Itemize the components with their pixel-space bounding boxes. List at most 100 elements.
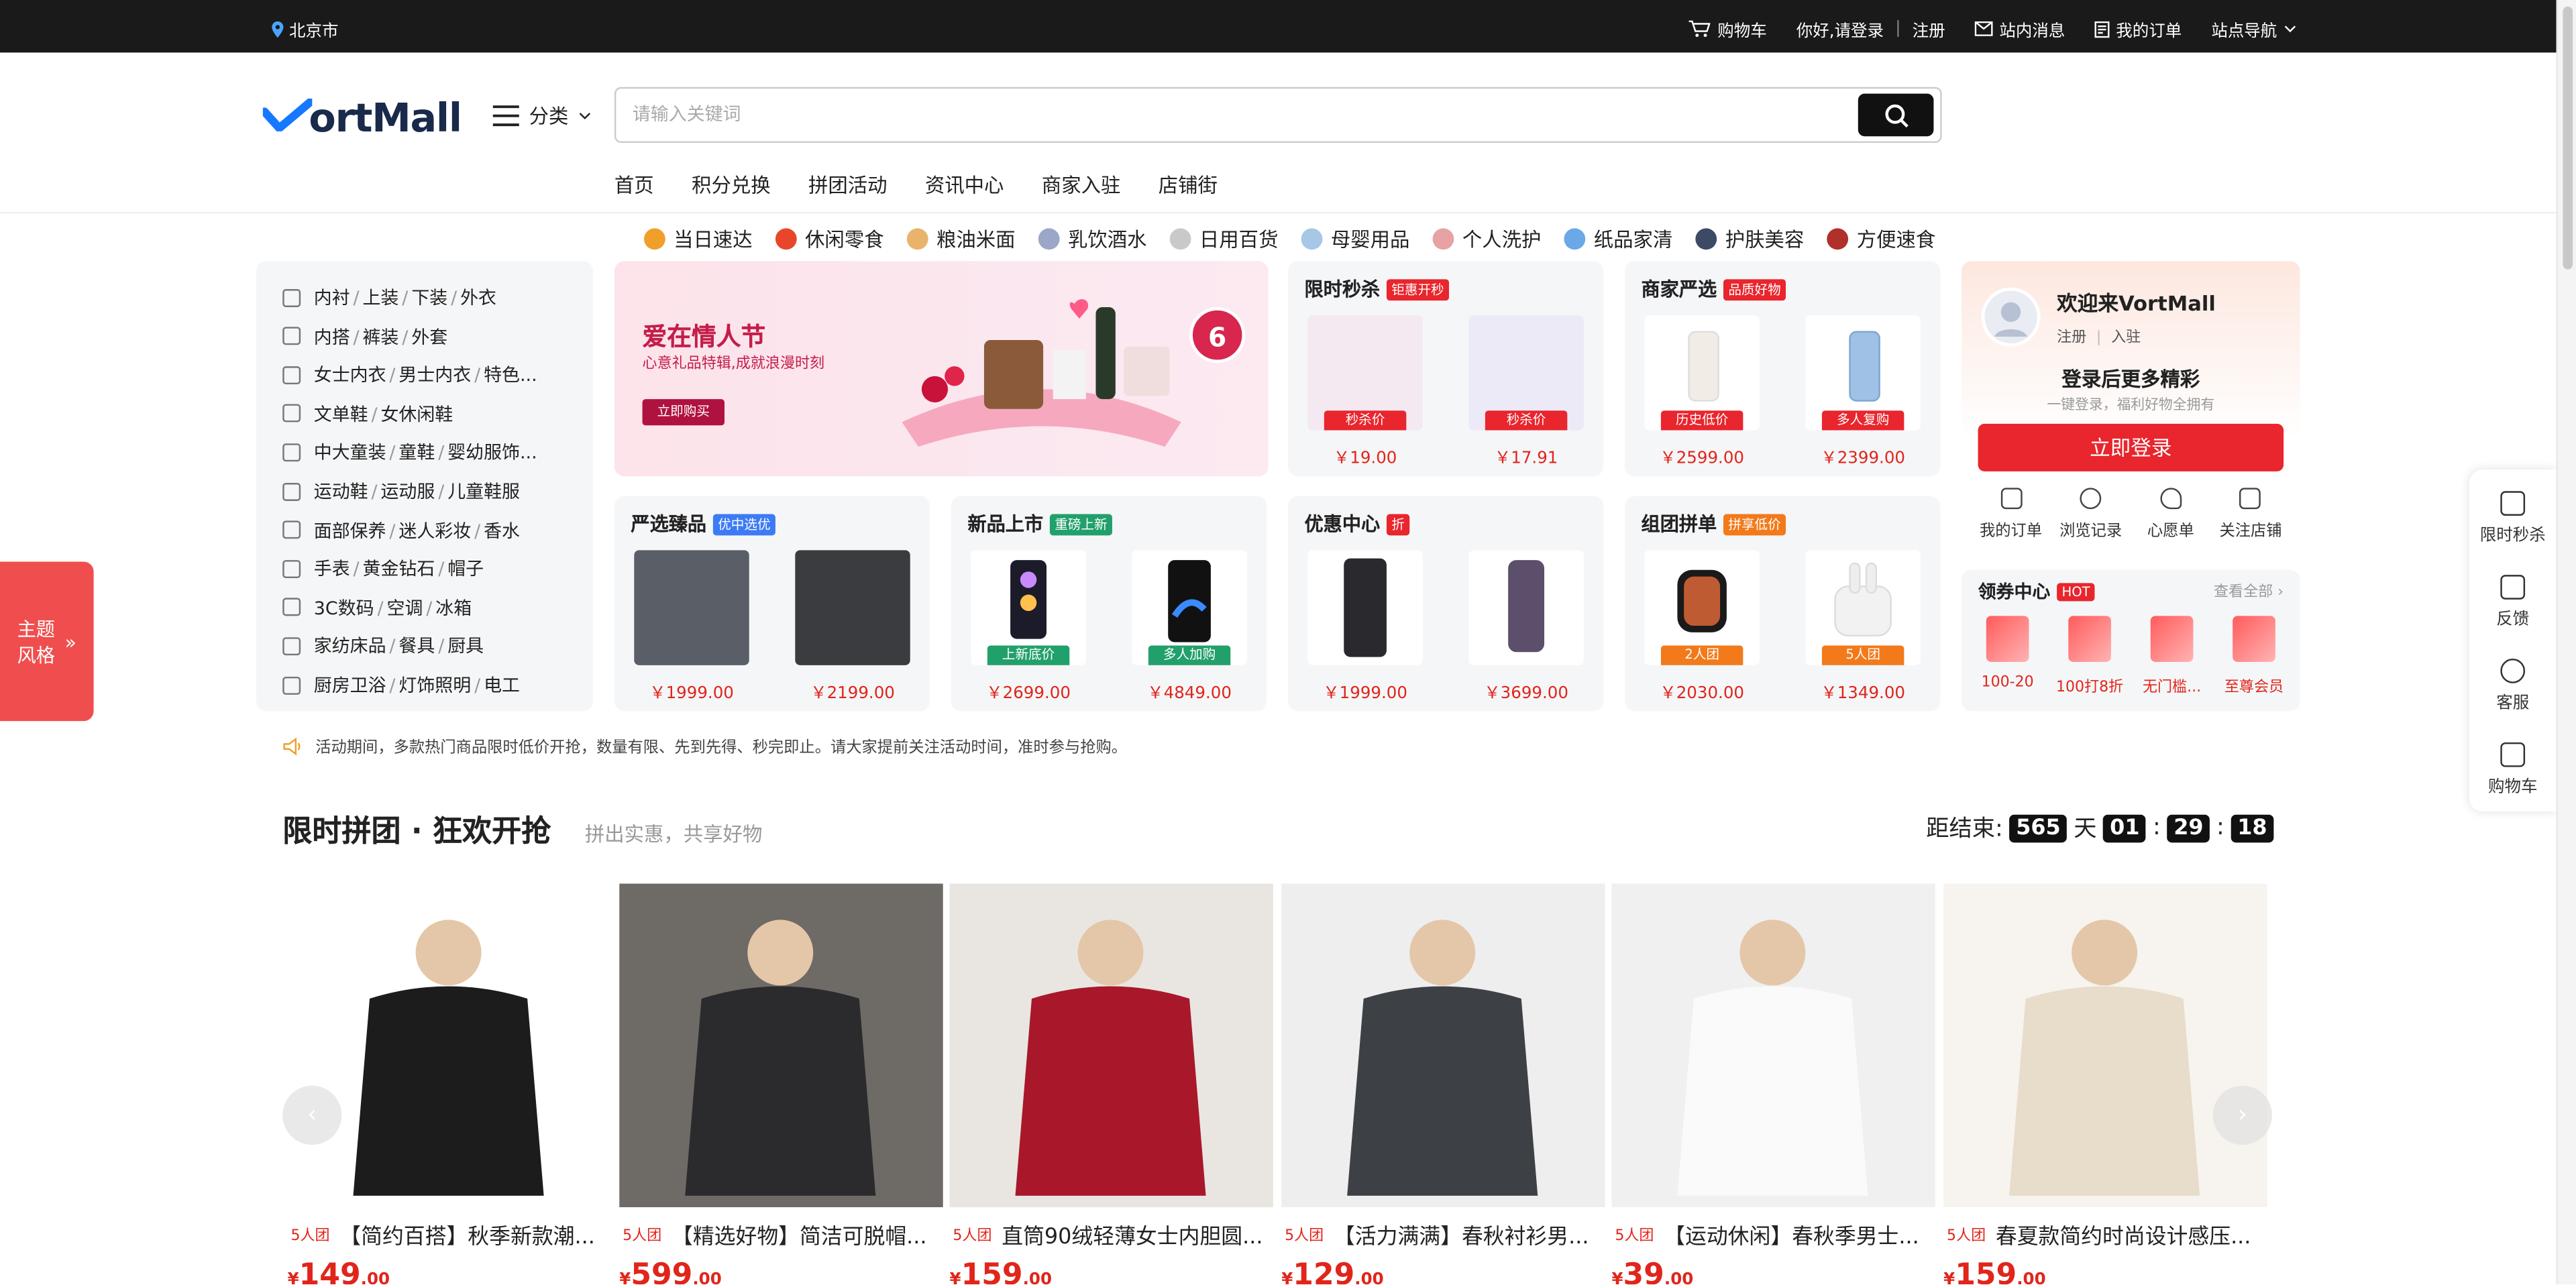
product-thumb[interactable]: 上新底价 [971, 550, 1086, 665]
nav-shop-street[interactable]: 店铺街 [1159, 171, 1218, 199]
quick-cat-item[interactable]: 休闲零食 [775, 225, 884, 254]
nav-news[interactable]: 资讯中心 [925, 171, 1004, 199]
premium-select-card[interactable]: 严选臻品 优中选优 ￥1999.00 ￥2199.00 [614, 496, 930, 712]
coupon-item[interactable]: 无门槛... [2133, 612, 2212, 696]
category-link[interactable]: 上装 [363, 288, 399, 309]
product-image[interactable] [949, 883, 1273, 1207]
new-arrivals-card[interactable]: 新品上市 重磅上新 上新底价 多人加购 ￥2699.00 ￥4849.00 [951, 496, 1267, 712]
cart-link[interactable]: 购物车 [1689, 16, 1767, 41]
category-link[interactable]: 外衣 [460, 288, 496, 309]
flash-sale-card[interactable]: 限时秒杀 钜惠开秒 秒杀价 秒杀价 ￥19.00 ￥17.91 [1288, 261, 1604, 477]
category-link[interactable]: 空调 [387, 598, 423, 619]
category-link[interactable]: 电工 [484, 675, 520, 697]
product-name[interactable]: 【精选好物】简洁可脱帽... [672, 1219, 927, 1250]
category-menu[interactable]: 分类 [492, 102, 592, 130]
merchant-select-card[interactable]: 商家严选 品质好物 历史低价 多人复购 ￥2599.00 ￥2399.00 [1625, 261, 1941, 477]
search-button[interactable] [1858, 93, 1934, 137]
nav-home[interactable]: 首页 [614, 171, 654, 199]
category-link[interactable]: 帽子 [447, 559, 484, 580]
category-link[interactable]: 童鞋 [398, 443, 435, 464]
category-link[interactable]: 厨房卫浴 [314, 675, 386, 697]
category-link[interactable]: 婴幼服饰... [447, 443, 537, 464]
category-link[interactable]: 男士内衣 [398, 365, 471, 386]
product-thumb[interactable] [1307, 550, 1423, 665]
product-thumb[interactable]: 5人团 [1805, 550, 1921, 665]
product-name[interactable]: 【运动休闲】春秋季男士... [1664, 1219, 1919, 1250]
quick-cat-item[interactable]: 粮油米面 [906, 225, 1016, 254]
login-button[interactable]: 立即登录 [1978, 423, 2284, 471]
product-card[interactable]: 5人团 【运动休闲】春秋季男士... ¥39.00 [1611, 883, 1935, 1284]
category-link[interactable]: 香水 [484, 520, 520, 541]
category-link[interactable]: 外套 [411, 326, 447, 347]
carousel-prev-button[interactable]: ‹ [282, 1085, 342, 1145]
product-thumb[interactable]: 秒杀价 [1307, 315, 1423, 431]
category-link[interactable]: 厨具 [447, 636, 484, 658]
promo-banner[interactable]: 爱在情人节 心意礼品特辑,成就浪漫时刻 立即购买 6 [614, 261, 1269, 477]
sidebar-cart[interactable]: 购物车 [2469, 742, 2557, 797]
page-scrollbar[interactable] [2556, 0, 2576, 1285]
product-image[interactable] [1943, 883, 2267, 1207]
coupon-item[interactable]: 100-20 [1968, 612, 2047, 696]
product-card[interactable]: 5人团 【活力满满】春秋衬衫男... ¥129.00 [1281, 883, 1605, 1284]
product-thumb[interactable]: 多人复购 [1805, 315, 1921, 431]
category-link[interactable]: 下装 [411, 288, 447, 309]
register-link[interactable]: 注册 [2057, 330, 2086, 346]
my-orders-shortcut[interactable]: 我的订单 [1972, 488, 2051, 541]
wishlist-shortcut[interactable]: 心愿单 [2131, 488, 2210, 541]
category-link[interactable]: 黄金钻石 [363, 559, 435, 580]
coupon-item[interactable]: 至尊会员 [2214, 612, 2294, 696]
category-link[interactable]: 迷人彩妆 [398, 520, 471, 541]
nav-merchant-join[interactable]: 商家入驻 [1042, 171, 1121, 199]
search-input[interactable] [616, 89, 1832, 142]
site-nav-dropdown[interactable]: 站点导航 [2211, 16, 2296, 41]
category-link[interactable]: 3C数码 [314, 598, 374, 619]
avatar[interactable] [1981, 287, 2041, 347]
carousel-next-button[interactable]: › [2212, 1085, 2272, 1145]
product-thumb[interactable]: 历史低价 [1644, 315, 1760, 431]
category-link[interactable]: 内衬 [314, 288, 350, 309]
category-link[interactable]: 文单鞋 [314, 404, 368, 425]
product-name[interactable]: 春夏款简约时尚设计感压... [1996, 1219, 2251, 1250]
category-link[interactable]: 内搭 [314, 326, 350, 347]
quick-cat-item[interactable]: 个人洗护 [1432, 225, 1541, 254]
sidebar-flash-sale[interactable]: 限时秒杀 [2469, 491, 2557, 545]
login-link[interactable]: 你好,请登录 [1796, 16, 1884, 41]
quick-cat-item[interactable]: 母婴用品 [1301, 225, 1409, 254]
nav-group-buy[interactable]: 拼团活动 [808, 171, 888, 199]
coupon-item[interactable]: 100打8折 [2050, 612, 2129, 696]
product-thumb[interactable]: 秒杀价 [1468, 315, 1584, 431]
product-image[interactable] [1611, 883, 1935, 1207]
product-card[interactable]: 5人团 直筒90绒轻薄女士内胆圆... ¥159.00 [949, 883, 1273, 1284]
sidebar-customer-service[interactable]: 客服 [2469, 659, 2557, 713]
sidebar-feedback[interactable]: 反馈 [2469, 575, 2557, 629]
quick-cat-item[interactable]: 护肤美容 [1695, 225, 1804, 254]
product-thumb[interactable]: 多人加购 [1132, 550, 1247, 665]
product-name[interactable]: 【简约百搭】秋季新款潮... [339, 1219, 595, 1250]
followed-shops-shortcut[interactable]: 关注店铺 [2211, 488, 2290, 541]
product-card[interactable]: 5人团 【简约百搭】秋季新款潮... ¥149.00 [287, 883, 612, 1284]
product-image[interactable] [619, 883, 943, 1207]
product-name[interactable]: 【活力满满】春秋衬衫男... [1334, 1219, 1589, 1250]
site-logo[interactable]: ortMall [260, 94, 462, 143]
quick-cat-item[interactable]: 方便速食 [1827, 225, 1935, 254]
messages-link[interactable]: 站内消息 [1974, 16, 2065, 41]
quick-cat-item[interactable]: 乳饮酒水 [1038, 225, 1147, 254]
category-link[interactable]: 灯饰照明 [398, 675, 471, 697]
product-name[interactable]: 直筒90绒轻薄女士内胆圆... [1002, 1219, 1263, 1250]
product-thumb[interactable] [795, 550, 910, 665]
quick-cat-item[interactable]: 当日速达 [644, 225, 753, 254]
register-link[interactable]: 注册 [1913, 16, 1945, 41]
category-link[interactable]: 手表 [314, 559, 350, 580]
theme-style-button[interactable]: 主题 风格 » [0, 561, 94, 722]
nav-points[interactable]: 积分兑换 [692, 171, 771, 199]
category-link[interactable]: 冰箱 [435, 598, 472, 619]
category-link[interactable]: 裤装 [363, 326, 399, 347]
scrollbar-thumb[interactable] [2563, 6, 2573, 270]
category-link[interactable]: 女士内衣 [314, 365, 386, 386]
category-link[interactable]: 家纺床品 [314, 636, 386, 658]
location-selector[interactable]: 北京市 [271, 16, 338, 41]
category-link[interactable]: 运动鞋 [314, 482, 368, 503]
orders-link[interactable]: 我的订单 [2094, 16, 2182, 41]
merchant-join-link[interactable]: 入驻 [2111, 330, 2141, 346]
discount-center-card[interactable]: 优惠中心折 ￥1999.00 ￥3699.00 [1288, 496, 1604, 712]
